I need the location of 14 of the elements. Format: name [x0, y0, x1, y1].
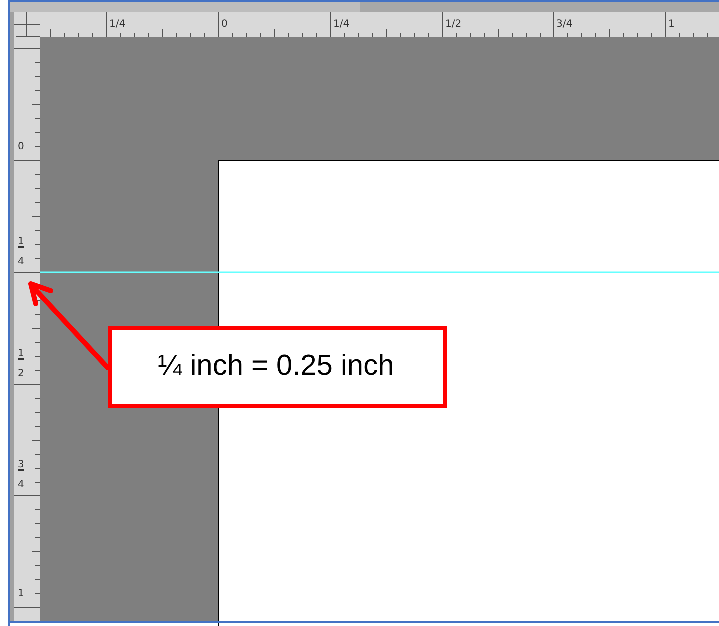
ruler-label: 3/4: [556, 19, 573, 30]
ruler-label: 3 4: [18, 460, 24, 490]
ruler-label: 1/4: [334, 19, 350, 30]
ruler-label: 1/2: [446, 19, 462, 30]
ruler-label: 1: [18, 588, 24, 600]
ruler-label: 1 2: [18, 348, 24, 380]
callout-text: ¼ inch = 0.25 inch: [108, 326, 447, 408]
ruler-label: 1/4: [110, 19, 126, 30]
ruler-label: 0: [18, 142, 24, 152]
ruler-origin-icon: [14, 12, 40, 38]
scrollbar-thumb[interactable]: [10, 2, 360, 12]
ruler-label: 1 4: [18, 236, 24, 268]
ruler-label: 0: [222, 19, 228, 30]
ruler-label: 1: [668, 19, 675, 30]
